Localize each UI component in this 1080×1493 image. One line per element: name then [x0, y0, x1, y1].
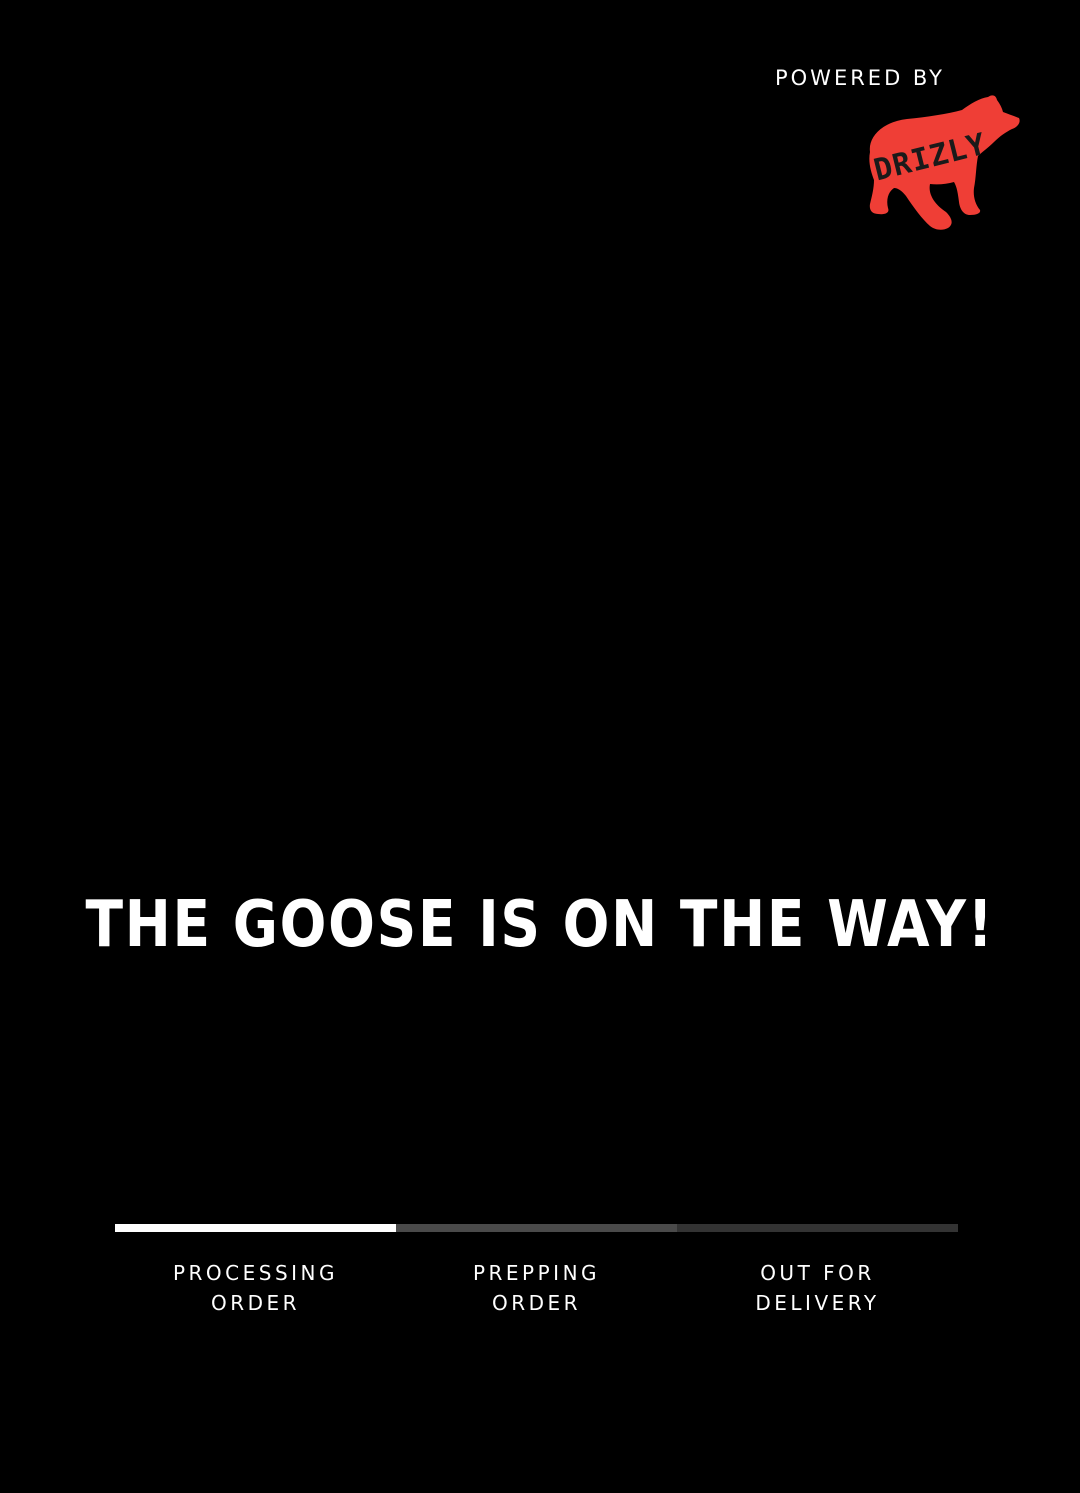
- progress-segment-processing: [115, 1224, 396, 1232]
- powered-by-label: POWERED BY: [774, 66, 946, 90]
- step-processing-order: PROCESSING ORDER: [115, 1258, 396, 1318]
- status-headline: THE GOOSE IS ON THE WAY!: [85, 888, 995, 962]
- step-prepping-order: PREPPING ORDER: [396, 1258, 677, 1318]
- step-label-line1: PREPPING: [472, 1261, 601, 1285]
- step-label-line1: PROCESSING: [172, 1261, 339, 1285]
- step-label-line2: ORDER: [491, 1291, 582, 1315]
- progress-segment-prepping: [396, 1224, 677, 1232]
- drizly-logo: DRIZLY: [862, 92, 1022, 234]
- progress-steps: PROCESSING ORDER PREPPING ORDER OUT FOR …: [115, 1258, 958, 1318]
- order-progress-bar: [115, 1224, 958, 1232]
- step-label-line2: ORDER: [210, 1291, 301, 1315]
- step-label-line1: OUT FOR: [760, 1261, 875, 1285]
- bear-icon: DRIZLY: [869, 95, 1020, 230]
- step-out-for-delivery: OUT FOR DELIVERY: [677, 1258, 958, 1318]
- step-label-line2: DELIVERY: [755, 1291, 880, 1315]
- progress-segment-delivery: [677, 1224, 958, 1232]
